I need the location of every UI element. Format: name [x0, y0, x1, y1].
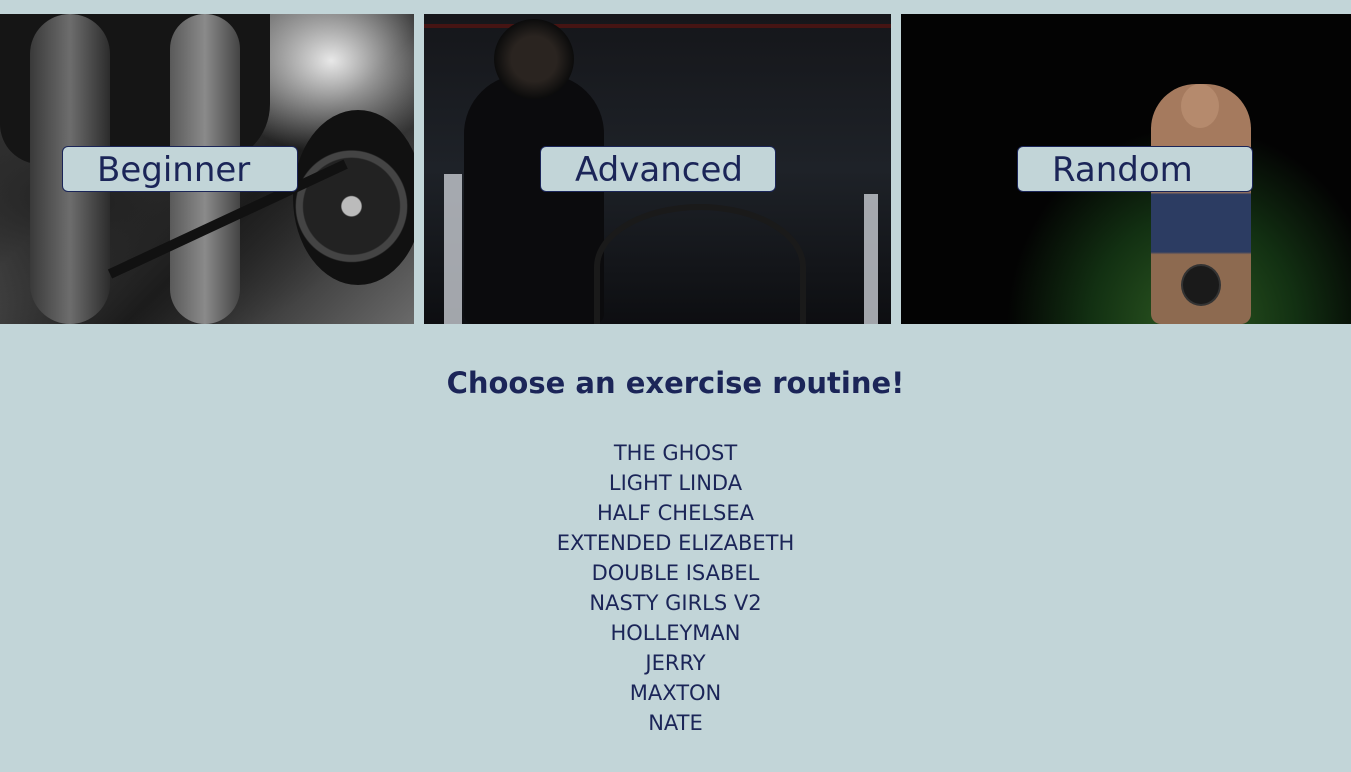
routine-list: THE GHOST LIGHT LINDA HALF CHELSEA EXTEN…	[0, 438, 1351, 738]
routine-item[interactable]: THE GHOST	[0, 438, 1351, 468]
gym-pole	[864, 194, 878, 324]
page-heading: Choose an exercise routine!	[446, 366, 905, 400]
athlete-head	[494, 19, 574, 99]
routine-item[interactable]: DOUBLE ISABEL	[0, 558, 1351, 588]
routine-item[interactable]: NATE	[0, 708, 1351, 738]
beginner-button[interactable]: Beginner	[62, 146, 298, 192]
athlete-figure	[464, 74, 604, 324]
weight-plate-image	[293, 110, 414, 285]
routine-item[interactable]: JERRY	[0, 648, 1351, 678]
routine-item[interactable]: MAXTON	[0, 678, 1351, 708]
routine-item[interactable]: LIGHT LINDA	[0, 468, 1351, 498]
random-panel[interactable]: Random	[901, 14, 1351, 324]
athlete-head	[1181, 84, 1219, 128]
advanced-button[interactable]: Advanced	[540, 146, 776, 192]
routine-item[interactable]: NASTY GIRLS V2	[0, 588, 1351, 618]
gym-light-stripe	[424, 24, 891, 28]
gym-pole	[444, 174, 462, 324]
top-spacer	[0, 0, 1351, 14]
routine-section: Choose an exercise routine! THE GHOST LI…	[0, 324, 1351, 738]
beginner-panel[interactable]: Beginner	[0, 14, 414, 324]
routine-item[interactable]: HOLLEYMAN	[0, 618, 1351, 648]
air-bike-image	[594, 204, 806, 324]
advanced-panel[interactable]: Advanced	[424, 14, 891, 324]
kettlebell-image	[1181, 264, 1221, 306]
routine-item[interactable]: EXTENDED ELIZABETH	[0, 528, 1351, 558]
random-button[interactable]: Random	[1017, 146, 1253, 192]
difficulty-panels: Beginner Advanced Random	[0, 14, 1351, 324]
routine-item[interactable]: HALF CHELSEA	[0, 498, 1351, 528]
